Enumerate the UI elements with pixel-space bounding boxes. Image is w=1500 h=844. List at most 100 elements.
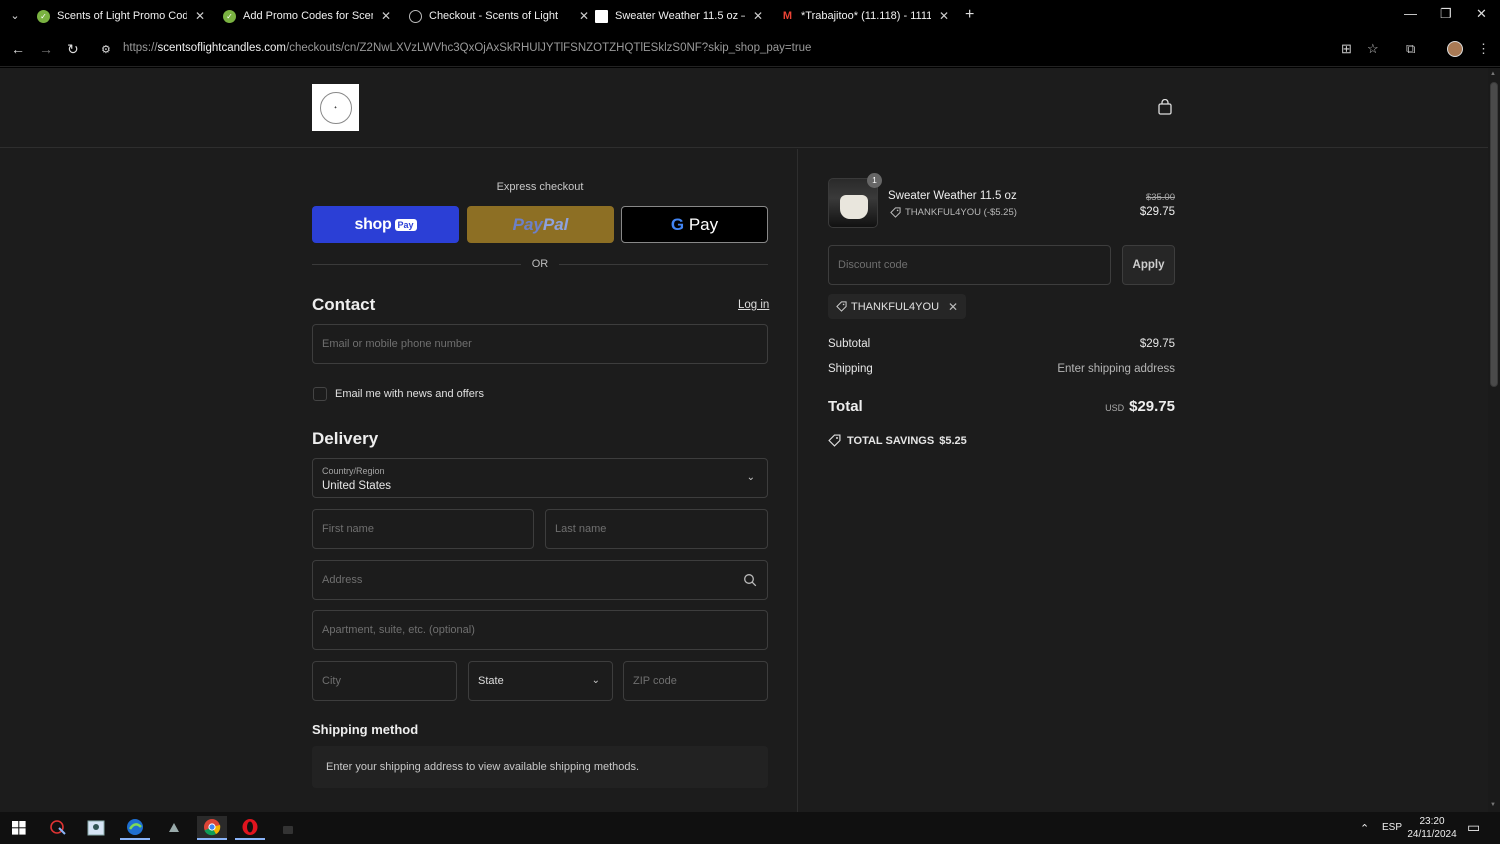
- close-icon[interactable]: ✕: [381, 9, 391, 23]
- close-icon[interactable]: ✕: [579, 9, 589, 23]
- chrome-icon[interactable]: [197, 816, 227, 840]
- email-placeholder: Email or mobile phone number: [322, 338, 472, 350]
- clock-time[interactable]: 23:20: [1408, 816, 1456, 827]
- chevron-down-icon: ⌄: [591, 675, 600, 686]
- tray-chevron-up-icon[interactable]: ⌃: [1360, 822, 1369, 835]
- url-field[interactable]: https://scentsoflightcandles.com/checkou…: [123, 42, 811, 54]
- subtotal-value: $29.75: [1139, 338, 1175, 350]
- forward-arrow-icon[interactable]: →: [39, 41, 53, 57]
- url-prefix: https://: [123, 42, 158, 54]
- opera-icon[interactable]: [235, 816, 265, 840]
- back-arrow-icon[interactable]: ←: [11, 41, 25, 57]
- news-offers-label: Email me with news and offers: [335, 388, 484, 400]
- country-label: Country/Region: [322, 466, 385, 476]
- first-name-placeholder: First name: [322, 523, 374, 535]
- shopping-bag-icon[interactable]: [1158, 99, 1172, 115]
- total-value: $29.75: [1129, 398, 1175, 415]
- tab-checkout[interactable]: Checkout - Scents of Light ✕: [409, 4, 589, 28]
- tag-icon: [890, 207, 901, 218]
- tab-title: Checkout - Scents of Light: [429, 10, 559, 22]
- or-label: OR: [531, 258, 549, 270]
- search-cursor-icon[interactable]: [43, 816, 73, 840]
- window-close-icon[interactable]: ✕: [1476, 6, 1487, 22]
- tab-gmail[interactable]: M *Trabajitoo* (11.118) - 1111111 ✕: [781, 4, 949, 28]
- page-icon: [595, 9, 608, 23]
- tab-search-chevron-icon[interactable]: ⌄: [6, 8, 24, 24]
- google-pay-button[interactable]: G Pay: [621, 206, 768, 243]
- or-divider-left: [312, 264, 521, 265]
- bookmark-star-icon[interactable]: ☆: [1367, 41, 1379, 57]
- applied-discount-chip: THANKFUL4YOU ✕: [828, 294, 967, 319]
- tab-add-promo-codes[interactable]: ✓ Add Promo Codes for Scents of ✕: [223, 4, 391, 28]
- state-value: State: [478, 675, 504, 687]
- scrollbar-thumb[interactable]: [1490, 82, 1498, 387]
- shop-pay-button[interactable]: shop Pay: [312, 206, 459, 243]
- site-settings-icon[interactable]: ⚙: [101, 43, 111, 56]
- candle-image: [840, 195, 868, 219]
- windows-taskbar: ⌃ ESP 23:20 24/11/2024 ▭: [0, 812, 1500, 844]
- close-icon[interactable]: ✕: [753, 9, 763, 23]
- state-select[interactable]: State ⌄: [468, 661, 613, 701]
- close-icon[interactable]: ✕: [939, 9, 949, 23]
- gmail-icon: M: [782, 10, 793, 22]
- image-viewer-icon[interactable]: [81, 816, 111, 840]
- locked-app-icon[interactable]: [273, 816, 303, 840]
- last-name-field[interactable]: Last name: [545, 509, 768, 549]
- close-icon[interactable]: ✕: [195, 9, 205, 23]
- paypal-logo-a: Pay: [512, 214, 543, 234]
- quantity-badge: 1: [867, 173, 882, 188]
- total-label: Total: [828, 398, 863, 415]
- shop-icon: [409, 9, 422, 23]
- new-tab-plus-icon[interactable]: +: [965, 6, 974, 24]
- notification-icon[interactable]: ▭: [1467, 819, 1480, 836]
- scroll-down-icon[interactable]: ▼: [1490, 802, 1496, 808]
- restore-icon[interactable]: ❐: [1440, 6, 1452, 22]
- or-divider-right: [559, 264, 768, 265]
- news-offers-checkbox[interactable]: [313, 387, 327, 401]
- zip-placeholder: ZIP code: [633, 675, 677, 687]
- app-launcher-icon[interactable]: [159, 816, 189, 840]
- browser-menu-icon[interactable]: ⋮: [1477, 41, 1490, 57]
- url-domain: scentsoflightcandles.com: [157, 42, 287, 54]
- translate-icon[interactable]: ⊞: [1341, 41, 1352, 57]
- edge-browser-icon[interactable]: [120, 816, 150, 840]
- applied-discount-code: THANKFUL4YOU: [851, 300, 940, 313]
- remove-discount-icon[interactable]: ✕: [948, 300, 958, 314]
- tab-promo-codes[interactable]: ✓ Scents of Light Promo Codes & ✕: [37, 4, 205, 28]
- store-logo[interactable]: ✦: [312, 84, 359, 131]
- first-name-field[interactable]: First name: [312, 509, 534, 549]
- email-field[interactable]: Email or mobile phone number: [312, 324, 768, 364]
- clock-date[interactable]: 24/11/2024: [1404, 829, 1460, 840]
- total-row: Total USD $29.75: [828, 398, 1175, 416]
- apply-button[interactable]: Apply: [1122, 245, 1175, 285]
- total-currency: USD: [1105, 403, 1125, 413]
- paypal-button[interactable]: PayPal: [467, 206, 614, 243]
- address-field[interactable]: Address: [312, 560, 768, 600]
- reload-icon[interactable]: ↻: [67, 41, 79, 58]
- language-indicator[interactable]: ESP: [1382, 822, 1402, 833]
- address-placeholder: Address: [322, 574, 363, 586]
- tab-sweater-weather[interactable]: Sweater Weather 11.5 oz – Scen ✕: [595, 4, 763, 28]
- minimize-icon[interactable]: —: [1404, 6, 1417, 21]
- country-select[interactable]: Country/Region United States ⌄: [312, 458, 768, 498]
- extensions-puzzle-icon[interactable]: ⧉: [1406, 41, 1415, 57]
- tag-icon: [836, 301, 847, 312]
- scroll-up-icon[interactable]: ▲: [1490, 71, 1496, 77]
- apartment-field[interactable]: Apartment, suite, etc. (optional): [312, 610, 768, 650]
- original-price: $35.00: [1145, 192, 1175, 203]
- profile-avatar-icon[interactable]: [1447, 41, 1463, 57]
- discount-code-placeholder: Discount code: [838, 259, 908, 271]
- discount-code-field[interactable]: Discount code: [828, 245, 1111, 285]
- total-savings: TOTAL SAVINGS $5.25: [828, 434, 967, 447]
- shop-pay-tag: Pay: [394, 218, 417, 231]
- windows-start-icon[interactable]: [4, 816, 34, 840]
- paypal-logo-b: Pal: [542, 214, 569, 234]
- search-icon: [744, 574, 757, 587]
- product-name: Sweater Weather 11.5 oz: [888, 190, 1017, 202]
- address-bar: ← → ↻ ⚙ https://scentsoflightcandles.com…: [0, 32, 1500, 67]
- log-in-link[interactable]: Log in: [738, 299, 769, 311]
- shipping-row: Shipping Enter shipping address: [828, 363, 1175, 375]
- page-scrollbar[interactable]: ▲ ▼: [1488, 68, 1500, 812]
- city-field[interactable]: City: [312, 661, 457, 701]
- zip-field[interactable]: ZIP code: [623, 661, 768, 701]
